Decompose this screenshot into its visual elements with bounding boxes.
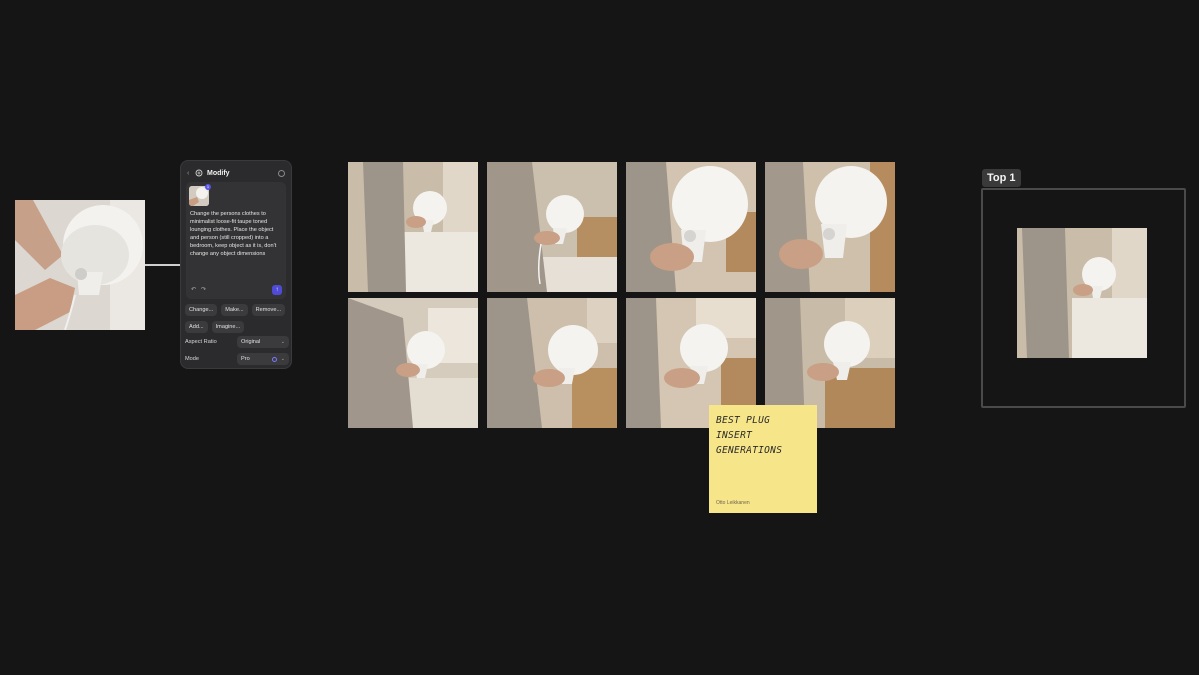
mode-row: Mode Pro ⌄ [185,353,289,365]
source-image[interactable] [15,200,145,330]
generated-image[interactable] [626,162,756,292]
generated-image[interactable] [765,162,895,292]
thumbnail-count-badge: 1 [205,184,211,190]
top-1-image[interactable] [1017,228,1147,358]
suggestion-chips: Change... Make... Remove... Add... Imagi… [185,304,289,333]
help-icon[interactable] [278,169,285,177]
aspect-ratio-label: Aspect Ratio [185,339,217,345]
chip-change[interactable]: Change... [185,304,218,316]
aspect-ratio-value: Original [241,339,261,345]
generated-images-grid [348,162,895,428]
chip-imagine[interactable]: Imagine... [211,321,245,333]
send-icon[interactable]: ↑ [272,285,282,295]
prompt-text[interactable]: Change the persons clothes to minimalist… [190,210,284,258]
generated-image[interactable] [348,298,478,428]
chevron-down-icon: ⌄ [280,339,285,345]
panel-header: ‹ Modify [187,167,285,179]
panel-title: Modify [207,169,230,177]
connector-line [145,264,180,266]
sticky-note-author: Otto Leikkanen [716,500,750,506]
mode-dot-icon [271,356,277,362]
back-chevron-icon[interactable]: ‹ [187,170,195,177]
whiteboard-canvas[interactable]: ‹ Modify 1 Change the persons clothes to… [0,0,1199,675]
redo-icon[interactable]: ↷ [201,287,207,293]
chip-remove[interactable]: Remove... [251,304,286,316]
mode-value: Pro [241,356,250,362]
undo-icon[interactable]: ↶ [191,287,197,293]
modify-panel: ‹ Modify 1 Change the persons clothes to… [180,160,292,369]
aspect-ratio-select[interactable]: Original ⌄ [237,336,289,348]
generated-image[interactable] [487,298,617,428]
mode-select[interactable]: Pro ⌄ [237,353,289,365]
aspect-ratio-row: Aspect Ratio Original ⌄ [185,336,289,348]
prompt-box[interactable]: 1 Change the persons clothes to minimali… [186,182,286,299]
chevron-down-icon: ⌄ [280,356,285,362]
generated-image[interactable] [348,162,478,292]
sticky-note-title: BEST PLUG INSERT GENERATIONS [716,415,783,456]
prompt-tools: ↶ ↷ [191,287,207,293]
generated-image[interactable] [487,162,617,292]
frame-tag[interactable]: Top 1 [982,169,1021,187]
mode-label: Mode [185,356,199,362]
chip-add[interactable]: Add... [185,321,208,333]
modify-icon [195,169,203,177]
sticky-note[interactable]: BEST PLUG INSERT GENERATIONS Otto Leikka… [709,405,817,513]
chip-make[interactable]: Make... [221,304,248,316]
